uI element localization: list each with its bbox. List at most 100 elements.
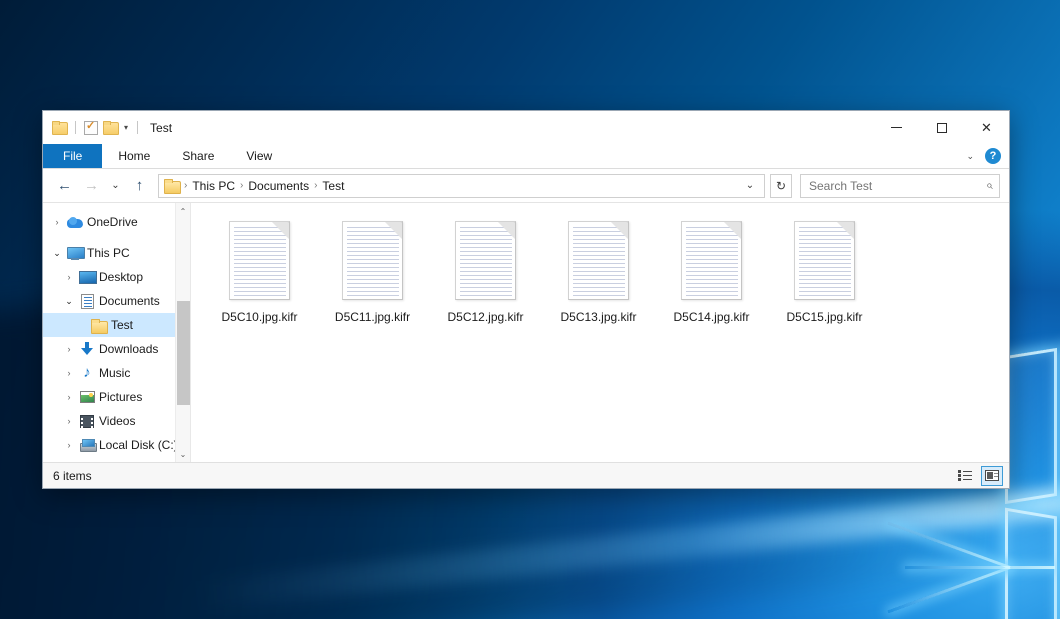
folder-icon <box>164 179 180 192</box>
new-folder-icon[interactable] <box>103 121 118 134</box>
minimize-button[interactable] <box>874 111 919 144</box>
sidebar-item-desktop[interactable]: › Desktop <box>43 265 190 289</box>
address-bar[interactable]: › This PC › Documents › Test ⌄ <box>158 174 765 198</box>
sidebar-item-pictures[interactable]: › Pictures <box>43 385 190 409</box>
file-icon-wrap <box>227 219 292 302</box>
chevron-down-icon[interactable]: ⌄ <box>61 297 77 306</box>
chevron-right-icon[interactable]: › <box>61 273 77 282</box>
properties-icon[interactable] <box>84 121 98 135</box>
toolbar-divider <box>137 121 138 134</box>
computer-icon <box>65 247 85 260</box>
generic-document-icon <box>568 221 629 300</box>
sidebar-item-onedrive[interactable]: › OneDrive <box>43 210 190 234</box>
file-item[interactable]: D5C11.jpg.kifr <box>316 217 429 342</box>
scrollbar-track[interactable] <box>176 219 191 446</box>
close-button[interactable]: ✕ <box>964 111 1009 144</box>
expand-ribbon-icon[interactable]: ⌄ <box>959 151 981 162</box>
file-item[interactable]: D5C12.jpg.kifr <box>429 217 542 342</box>
desktop-background: ▾ Test ✕ File Home Share View ⌄ ? ← → <box>0 0 1060 619</box>
file-icon-wrap <box>340 219 405 302</box>
pictures-icon <box>77 391 97 403</box>
chevron-right-icon[interactable]: › <box>61 441 77 450</box>
sidebar-scrollbar[interactable]: ⌃ ⌄ <box>175 203 190 462</box>
address-history-icon[interactable]: ⌄ <box>740 175 760 197</box>
sidebar-item-label: Documents <box>97 294 160 308</box>
file-explorer-window: ▾ Test ✕ File Home Share View ⌄ ? ← → <box>42 110 1010 489</box>
file-list-view[interactable]: D5C10.jpg.kifr D5C11.jpg.kifr <box>191 203 1009 462</box>
refresh-icon[interactable]: ↻ <box>770 174 792 198</box>
sidebar-item-this-pc[interactable]: ⌄ This PC <box>43 241 190 265</box>
ribbon-right-controls: ⌄ ? <box>959 144 1009 168</box>
sidebar-item-test[interactable]: Test <box>43 313 190 337</box>
breadcrumb-this-pc[interactable]: This PC <box>188 179 239 193</box>
tab-share[interactable]: Share <box>166 144 230 168</box>
up-button[interactable]: ↑ <box>127 173 152 198</box>
navigation-bar: ← → ⌄ ↑ › This PC › Documents › Test ⌄ ↻… <box>43 169 1009 202</box>
folder-tree: › OneDrive ⌄ This PC › Desktop <box>43 203 190 457</box>
videos-icon <box>77 415 97 428</box>
toolbar-divider <box>75 121 76 134</box>
file-item[interactable]: D5C13.jpg.kifr <box>542 217 655 342</box>
file-name: D5C12.jpg.kifr <box>447 310 523 324</box>
navigation-pane: › OneDrive ⌄ This PC › Desktop <box>43 203 191 462</box>
scroll-up-icon[interactable]: ⌃ <box>176 203 191 219</box>
file-name: D5C13.jpg.kifr <box>560 310 636 324</box>
chevron-right-icon[interactable]: › <box>61 369 77 378</box>
documents-icon <box>77 294 97 309</box>
file-icon-wrap <box>679 219 744 302</box>
scroll-down-icon[interactable]: ⌄ <box>176 446 191 462</box>
scrollbar-thumb[interactable] <box>177 301 190 405</box>
file-icon-wrap <box>566 219 631 302</box>
recent-locations-icon[interactable]: ⌄ <box>106 173 125 198</box>
generic-document-icon <box>455 221 516 300</box>
ribbon-tab-bar: File Home Share View ⌄ ? <box>43 144 1009 169</box>
search-icon[interactable]: ⌕ <box>986 178 993 193</box>
large-icons-view-button[interactable] <box>981 466 1003 486</box>
generic-document-icon <box>229 221 290 300</box>
chevron-right-icon[interactable]: › <box>61 417 77 426</box>
chevron-down-icon[interactable]: ⌄ <box>49 249 65 258</box>
maximize-button[interactable] <box>919 111 964 144</box>
generic-document-icon <box>794 221 855 300</box>
sidebar-item-label: Pictures <box>97 390 142 404</box>
generic-document-icon <box>342 221 403 300</box>
folder-icon[interactable] <box>52 121 67 134</box>
tab-file[interactable]: File <box>43 144 102 168</box>
generic-document-icon <box>681 221 742 300</box>
tab-view[interactable]: View <box>230 144 288 168</box>
file-grid: D5C10.jpg.kifr D5C11.jpg.kifr <box>203 217 1009 342</box>
breadcrumb-documents[interactable]: Documents <box>244 179 313 193</box>
search-input[interactable] <box>809 179 986 193</box>
sidebar-item-label: Local Disk (C:) <box>97 438 178 452</box>
chevron-right-icon[interactable]: › <box>61 345 77 354</box>
chevron-down-icon[interactable]: ▾ <box>123 124 129 132</box>
chevron-right-icon[interactable]: › <box>61 393 77 402</box>
help-icon[interactable]: ? <box>985 148 1001 164</box>
sidebar-item-local-disk-c[interactable]: › Local Disk (C:) <box>43 433 190 457</box>
desktop-icon <box>77 271 97 283</box>
file-item[interactable]: D5C10.jpg.kifr <box>203 217 316 342</box>
forward-button: → <box>79 173 104 198</box>
explorer-body: › OneDrive ⌄ This PC › Desktop <box>43 202 1009 462</box>
details-view-button[interactable] <box>954 466 976 486</box>
file-item[interactable]: D5C15.jpg.kifr <box>768 217 881 342</box>
downloads-icon <box>77 342 97 356</box>
sidebar-item-music[interactable]: › ♪ Music <box>43 361 190 385</box>
folder-icon <box>89 319 109 332</box>
search-box[interactable]: ⌕ <box>800 174 1000 198</box>
breadcrumb-test[interactable]: Test <box>318 179 348 193</box>
file-item[interactable]: D5C14.jpg.kifr <box>655 217 768 342</box>
chevron-right-icon[interactable]: › <box>49 218 65 227</box>
item-count: 6 items <box>53 469 92 483</box>
tab-home[interactable]: Home <box>102 144 166 168</box>
file-name: D5C14.jpg.kifr <box>673 310 749 324</box>
sidebar-item-videos[interactable]: › Videos <box>43 409 190 433</box>
sidebar-item-label: OneDrive <box>85 215 138 229</box>
sidebar-item-documents[interactable]: ⌄ Documents <box>43 289 190 313</box>
sidebar-item-downloads[interactable]: › Downloads <box>43 337 190 361</box>
sidebar-item-label: Videos <box>97 414 135 428</box>
sidebar-item-label: Test <box>109 318 133 332</box>
onedrive-icon <box>65 217 85 228</box>
quick-access-toolbar: ▾ <box>52 121 141 135</box>
back-button[interactable]: ← <box>52 173 77 198</box>
